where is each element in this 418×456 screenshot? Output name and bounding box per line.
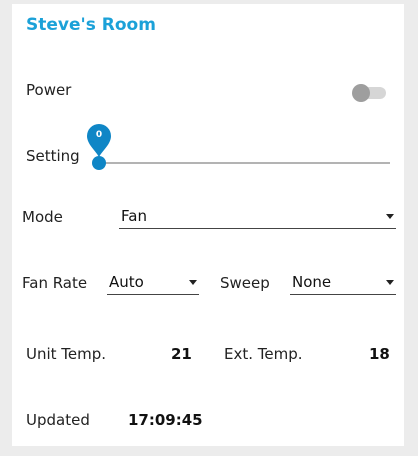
sweep-select-value: None bbox=[292, 273, 332, 291]
caret-down-icon bbox=[386, 280, 394, 285]
unit-temp-value: 21 bbox=[171, 345, 192, 363]
setting-slider-thumb[interactable] bbox=[92, 156, 106, 170]
room-title: Steve's Room bbox=[26, 15, 156, 35]
unit-temp-label: Unit Temp. bbox=[26, 345, 107, 363]
updated-label: Updated bbox=[26, 411, 90, 429]
caret-down-icon bbox=[386, 214, 394, 219]
setting-slider[interactable]: 0 bbox=[87, 124, 390, 174]
fan-rate-select[interactable]: Auto bbox=[107, 272, 199, 295]
power-toggle-thumb[interactable] bbox=[352, 84, 370, 102]
power-label: Power bbox=[26, 81, 72, 99]
ext-temp-label: Ext. Temp. bbox=[224, 345, 303, 363]
fan-rate-select-value: Auto bbox=[109, 273, 144, 291]
caret-down-icon bbox=[189, 280, 197, 285]
mode-label: Mode bbox=[22, 208, 63, 226]
mode-select[interactable]: Fan bbox=[119, 206, 396, 229]
mode-select-value: Fan bbox=[121, 207, 147, 225]
setting-slider-track[interactable] bbox=[98, 162, 390, 164]
updated-value: 17:09:45 bbox=[128, 411, 203, 429]
ext-temp-value: 18 bbox=[369, 345, 390, 363]
setting-label: Setting bbox=[26, 147, 80, 165]
fan-rate-label: Fan Rate bbox=[22, 274, 88, 292]
room-card: Steve's Room Power Setting 0 Mode Fan Fa… bbox=[12, 4, 404, 446]
sweep-label: Sweep bbox=[220, 274, 270, 292]
power-toggle[interactable] bbox=[352, 81, 388, 105]
setting-slider-value: 0 bbox=[95, 130, 103, 140]
sweep-select[interactable]: None bbox=[290, 272, 396, 295]
